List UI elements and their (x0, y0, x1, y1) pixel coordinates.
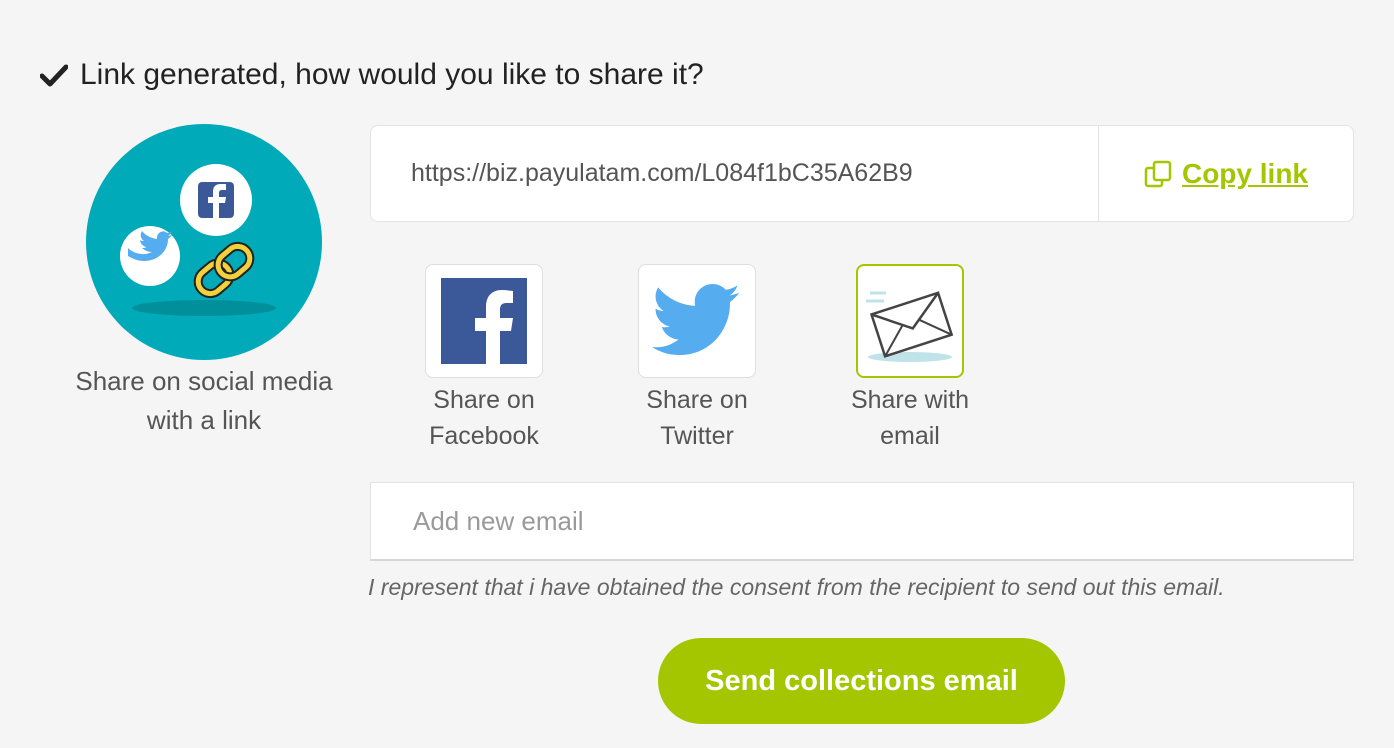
copy-link-label: Copy link (1181, 157, 1308, 189)
consent-text: I represent that i have obtained the con… (368, 574, 1225, 600)
copy-link-button[interactable]: Copy link (1098, 126, 1353, 221)
share-facebook-label: Share on Facebook (429, 386, 539, 450)
page-title: Link generated, how would you like to sh… (80, 58, 704, 91)
share-twitter-tile[interactable] (638, 264, 756, 378)
share-email-tile[interactable] (856, 264, 964, 378)
hero-circle (86, 124, 322, 360)
share-facebook-tile[interactable] (425, 264, 543, 378)
share-twitter-option[interactable]: Share on Twitter (617, 264, 777, 454)
social-link-graphic (120, 164, 276, 316)
email-envelope-icon (866, 291, 954, 362)
social-share-illustration (86, 124, 322, 360)
share-facebook-option[interactable]: Share on Facebook (404, 264, 564, 454)
add-email-input[interactable] (370, 482, 1354, 561)
share-email-label: Share with email (850, 386, 970, 450)
twitter-icon (652, 284, 740, 356)
send-collections-email-button[interactable]: Send collections email (658, 638, 1065, 724)
copy-icon (1144, 160, 1172, 187)
page-header: Link generated, how would you like to sh… (40, 58, 704, 92)
generated-link-url[interactable]: https://biz.payulatam.com/L084f1bC35A62B… (371, 126, 1098, 221)
hero-caption: Share on social media with a link (75, 366, 333, 435)
checkmark-icon (40, 64, 68, 87)
facebook-icon (441, 278, 527, 364)
share-twitter-label: Share on Twitter (646, 386, 748, 450)
share-email-option[interactable]: Share with email (830, 264, 990, 454)
generated-link-box: https://biz.payulatam.com/L084f1bC35A62B… (370, 125, 1354, 222)
